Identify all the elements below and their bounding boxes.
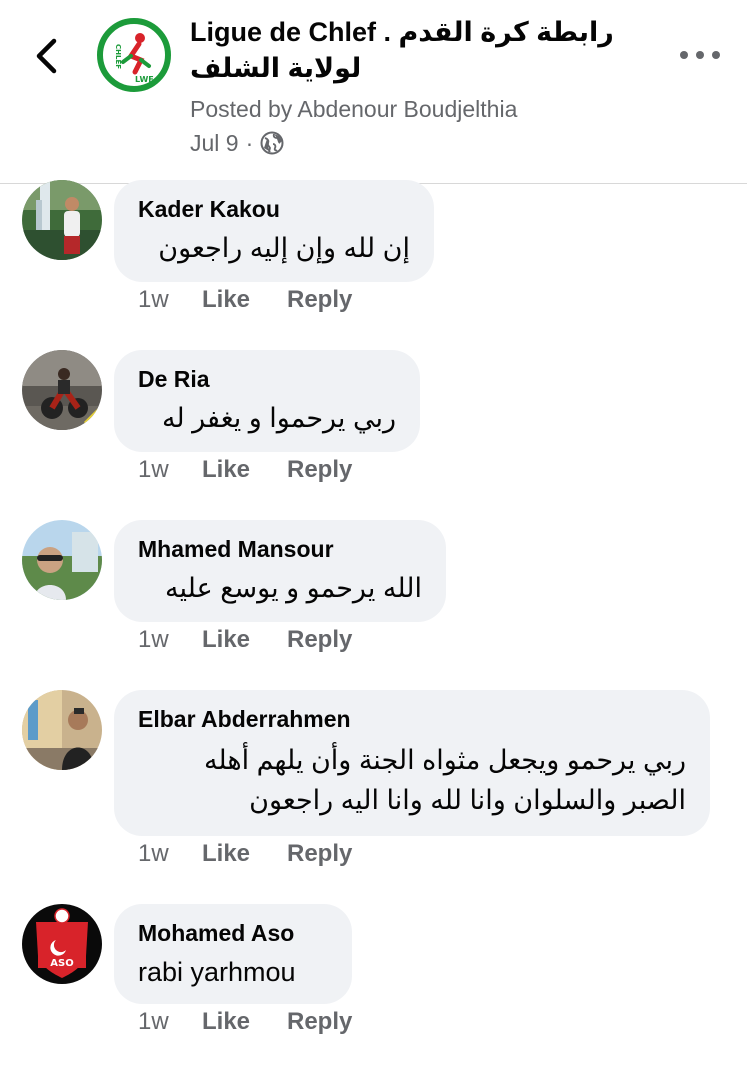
reply-button[interactable]: Reply (287, 286, 352, 314)
back-button[interactable] (22, 30, 70, 82)
comment-bubble[interactable]: Mhamed Mansour الله يرحمو و يوسع عليه (114, 520, 446, 622)
post-header: CHLEF LWF Ligue de Chlef . رابطة كرة الق… (0, 0, 747, 184)
league-logo-icon: CHLEF LWF (96, 17, 172, 93)
avatar[interactable] (22, 520, 102, 600)
comment-time: 1w (138, 456, 169, 483)
avatar[interactable] (22, 690, 102, 770)
comment-actions: 1w Like Reply (138, 840, 352, 868)
reply-button[interactable]: Reply (287, 840, 352, 868)
post-meta: Jul 9 · (190, 128, 284, 158)
like-button[interactable]: Like (202, 626, 287, 654)
commenter-name[interactable]: Elbar Abderrahmen (138, 704, 686, 734)
like-button[interactable]: Like (202, 286, 287, 314)
commenter-name[interactable]: De Ria (138, 364, 396, 394)
page-title[interactable]: Ligue de Chlef . رابطة كرة القدم لولاية … (190, 14, 630, 86)
comment-time: 1w (138, 626, 169, 653)
globe-icon (260, 131, 284, 155)
like-button[interactable]: Like (202, 840, 287, 868)
comment-bubble[interactable]: Kader Kakou إن لله وإن إليه راجعون (114, 180, 434, 282)
comment-time: 1w (138, 286, 169, 313)
posted-by: Posted by Abdenour Boudjelthia (190, 96, 518, 122)
comment-text: ربي يرحموا و يغفر له (161, 403, 396, 433)
commenter-name[interactable]: Mhamed Mansour (138, 534, 422, 564)
more-dots-icon (680, 51, 688, 59)
page-logo[interactable]: CHLEF LWF (95, 16, 173, 94)
avatar-photo (22, 520, 102, 600)
comment-time: 1w (138, 1008, 169, 1035)
commenter-name[interactable]: Mohamed Aso (138, 918, 328, 948)
comment-bubble[interactable]: Mohamed Aso rabi yarhmou (114, 904, 352, 1004)
meta-separator: · (245, 130, 254, 156)
avatar-photo (22, 690, 102, 770)
aso-logo-icon: ASO (22, 904, 102, 984)
more-dots-icon (696, 51, 704, 59)
logo-text-left: CHLEF (114, 44, 122, 69)
like-button[interactable]: Like (202, 456, 287, 484)
comment-bubble[interactable]: De Ria ربي يرحموا و يغفر له (114, 350, 420, 452)
comment-bubble[interactable]: Elbar Abderrahmen ربي يرحمو ويجعل مثواه … (114, 690, 710, 836)
comment-actions: 1w Like Reply (138, 626, 352, 654)
comments-page: CHLEF LWF Ligue de Chlef . رابطة كرة الق… (0, 0, 747, 1065)
comment-actions: 1w Like Reply (138, 1008, 352, 1036)
comment-actions: 1w Like Reply (138, 286, 352, 314)
comment-text-line-1: ربي يرحمو ويجعل مثواه الجنة وأن يلهم أهل… (203, 745, 686, 775)
comment-text: الله يرحمو و يوسع عليه (165, 573, 422, 603)
more-dots-icon (712, 51, 720, 59)
reply-button[interactable]: Reply (287, 456, 352, 484)
comment-text: rabi yarhmou (138, 957, 296, 987)
avatar[interactable]: ASO (22, 904, 102, 984)
comment-time: 1w (138, 840, 169, 867)
avatar[interactable] (22, 350, 102, 430)
chevron-left-icon (36, 38, 57, 74)
reply-button[interactable]: Reply (287, 626, 352, 654)
aso-logo-text: ASO (50, 958, 73, 969)
avatar-photo (22, 350, 102, 430)
comment-text: إن لله وإن إليه راجعون (158, 233, 410, 263)
post-date: Jul 9 (190, 130, 239, 156)
commenter-name[interactable]: Kader Kakou (138, 194, 410, 224)
avatar[interactable] (22, 180, 102, 260)
more-options-button[interactable] (680, 40, 720, 70)
comment-text-line-2: الصبر والسلوان وانا لله وانا اليه راجعون (249, 785, 686, 815)
avatar-photo (22, 180, 102, 260)
logo-text-bottom: LWF (135, 75, 154, 84)
comment-actions: 1w Like Reply (138, 456, 352, 484)
like-button[interactable]: Like (202, 1008, 287, 1036)
reply-button[interactable]: Reply (287, 1008, 352, 1036)
